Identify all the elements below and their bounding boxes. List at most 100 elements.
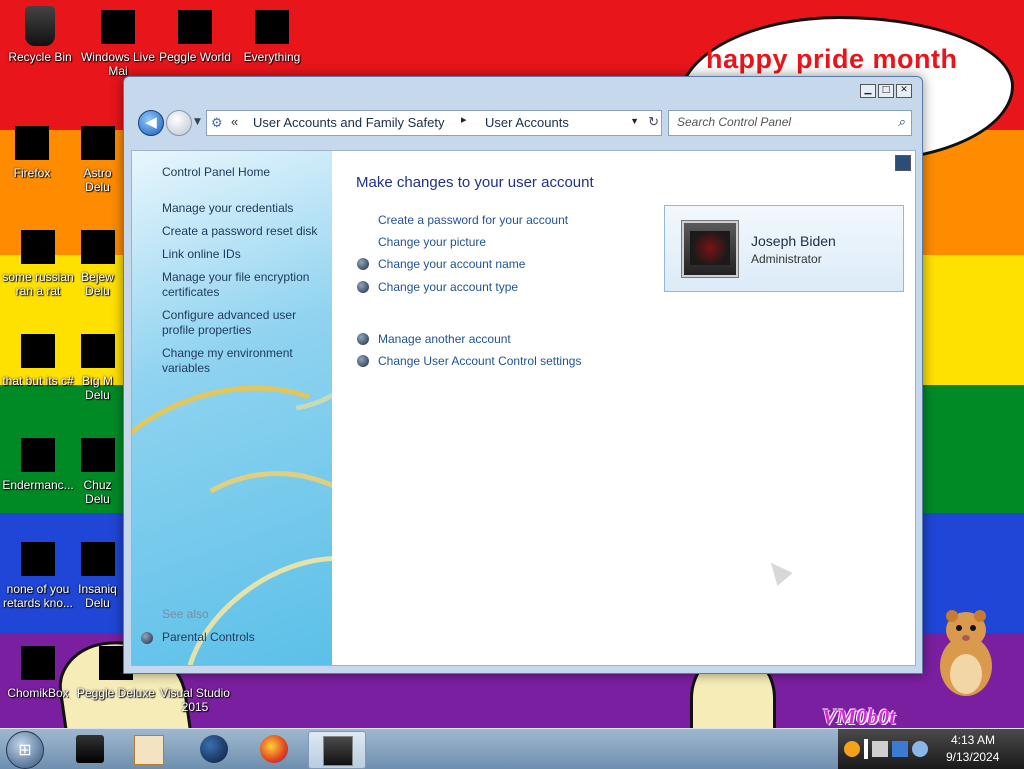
firefox-icon	[15, 126, 49, 160]
manage-credentials-link[interactable]: Manage your credentials	[162, 201, 327, 216]
desktop-icon-label: Peggle World	[159, 50, 231, 64]
peggle-world-icon	[178, 10, 212, 44]
astro-deluxe-icon	[80, 126, 115, 160]
refresh-icon[interactable]: ↻	[648, 114, 659, 130]
window-controls: ▁ □ ✕	[860, 84, 912, 98]
help-icon[interactable]	[895, 155, 911, 171]
search-input[interactable]: Search Control Panel ⌕	[668, 110, 912, 136]
chuzzle-icon	[80, 438, 115, 472]
desktop-icon-recycle-bin[interactable]: Recycle Bin	[0, 6, 80, 64]
everything-tray-icon[interactable]	[844, 741, 860, 757]
clock-time[interactable]: 4:13 AM	[951, 733, 995, 747]
desktop-icon-russian-rat[interactable]: some russian ran a rat	[0, 230, 78, 298]
desktop-icon-label: Astro Delu	[83, 166, 112, 194]
control-panel-home-link[interactable]: Control Panel Home	[162, 165, 327, 180]
windows-live-mail-icon	[101, 10, 135, 44]
breadcrumb-user-accounts-family-safety[interactable]: User Accounts and Family Safety	[253, 115, 444, 130]
address-bar[interactable]: ⚙ « User Accounts and Family Safety ▸ Us…	[206, 110, 662, 136]
maximize-button[interactable]: □	[878, 84, 894, 98]
speech-bubble-text: happy pride month	[706, 44, 958, 74]
search-placeholder: Search Control Panel	[677, 115, 792, 129]
taskbar-app-media-player[interactable]	[120, 731, 176, 767]
close-button[interactable]: ✕	[896, 84, 912, 98]
everything-search-icon	[255, 10, 289, 44]
application-icon	[21, 438, 55, 472]
change-account-type-link[interactable]: Change your account type	[378, 280, 518, 294]
recent-pages-dropdown[interactable]: ▼	[194, 117, 201, 127]
desktop-icon-insaniquarium-deluxe[interactable]: Insaniq Delu	[70, 542, 125, 610]
user-avatar	[682, 221, 738, 277]
desktop-icon-big-money-deluxe[interactable]: Big M Delu	[70, 334, 125, 402]
desktop-icon-label: Windows Live Mai	[80, 50, 156, 78]
file-encryption-certificates-link[interactable]: Manage your file encryption certificates	[162, 270, 327, 300]
desktop-icon-chomikbox[interactable]: ChomikBox	[0, 646, 78, 700]
hamster-image	[940, 610, 992, 696]
minimize-button[interactable]: ▁	[860, 84, 876, 98]
desktop-icon-label: some russian ran a rat	[2, 270, 74, 298]
desktop-icon-label: Big M Delu	[82, 374, 113, 402]
parental-controls-icon	[141, 632, 153, 644]
manage-another-account-link[interactable]: Manage another account	[378, 332, 511, 346]
desktop-icon-astro-deluxe[interactable]: Astro Delu	[70, 126, 125, 194]
volume-icon[interactable]	[912, 741, 928, 757]
taskbar-app-firefox[interactable]	[246, 731, 302, 767]
tray-divider	[864, 739, 868, 759]
desktop-icon-bejeweled-deluxe[interactable]: Bejew Delu	[70, 230, 125, 298]
create-password-link[interactable]: Create a password for your account	[378, 213, 568, 227]
account-role: Administrator	[751, 252, 822, 266]
action-center-icon[interactable]	[872, 741, 888, 757]
folder-icon	[21, 334, 55, 368]
user-accounts-window: ▁ □ ✕ ◀ ▼ ⚙ « User Accounts and Family S…	[123, 76, 923, 674]
desktop-icon-firefox[interactable]: Firefox	[0, 126, 72, 180]
main-content: Make changes to your user account Create…	[333, 151, 915, 665]
desktop-icon-label: ChomikBox	[7, 686, 69, 700]
desktop-icon-label: Insaniq Delu	[78, 582, 117, 610]
clock-date[interactable]: 9/13/2024	[946, 750, 999, 764]
desktop-icon-label: Chuz Delu	[83, 478, 112, 506]
desktop-icon-windows-live-mail[interactable]: Windows Live Mai	[78, 10, 158, 78]
navigation-bar: ◀ ▼ ⚙ « User Accounts and Family Safety …	[136, 107, 912, 137]
uac-settings-link[interactable]: Change User Account Control settings	[378, 354, 581, 368]
uac-shield-icon	[357, 258, 369, 270]
big-money-icon	[80, 334, 115, 368]
parental-controls-link[interactable]: Parental Controls	[162, 630, 255, 644]
search-icon[interactable]: ⌕	[898, 114, 905, 130]
video-file-icon	[21, 230, 55, 264]
desktop-icon-peggle-world[interactable]: Peggle World	[155, 10, 235, 64]
control-panel-window-icon	[323, 736, 353, 766]
desktop-icon-none-of-you[interactable]: none of you retards kno...	[0, 542, 78, 610]
password-reset-disk-link[interactable]: Create a password reset disk	[162, 224, 327, 239]
breadcrumb-overflow[interactable]: «	[231, 114, 238, 129]
breadcrumb-separator-icon[interactable]: ▸	[461, 113, 467, 126]
advanced-profile-properties-link[interactable]: Configure advanced user profile properti…	[162, 308, 327, 338]
desktop-icon-endermanch[interactable]: Endermanc...	[0, 438, 78, 492]
start-button[interactable]: ⊞	[6, 731, 44, 769]
taskbar-app-browser[interactable]	[186, 731, 242, 767]
taskbar: ⊞	[0, 728, 1024, 769]
recycle-bin-icon	[25, 6, 55, 46]
forward-button[interactable]	[166, 110, 192, 136]
environment-variables-link[interactable]: Change my environment variables	[162, 346, 327, 376]
desktop-icon-label: Bejew Delu	[81, 270, 114, 298]
desktop-icon-label: Visual Studio 2015	[160, 686, 230, 714]
page-title: Make changes to your user account	[356, 174, 594, 191]
change-picture-link[interactable]: Change your picture	[378, 235, 486, 249]
address-dropdown-icon[interactable]: ▼	[630, 116, 639, 126]
desktop-icon-label: Everything	[243, 50, 301, 64]
desktop-icon-label: that but its c#	[2, 374, 74, 388]
desktop-icon-chuzzle-deluxe[interactable]: Chuz Delu	[70, 438, 125, 506]
back-arrow-icon: ◀	[145, 113, 157, 131]
change-account-name-link[interactable]: Change your account name	[378, 257, 525, 271]
firefox-icon	[260, 735, 288, 763]
desktop-icon-everything[interactable]: Everything	[232, 10, 312, 64]
uac-shield-icon	[357, 355, 369, 367]
taskbar-app-control-panel[interactable]	[308, 731, 366, 769]
desktop-icon-label: Recycle Bin	[8, 50, 72, 64]
globe-icon	[200, 735, 228, 763]
breadcrumb-user-accounts[interactable]: User Accounts	[485, 115, 569, 130]
desktop-icon-that-but-csharp[interactable]: that but its c#	[0, 334, 78, 388]
back-button[interactable]: ◀	[138, 110, 164, 136]
network-icon[interactable]	[892, 741, 908, 757]
taskbar-app-explorer[interactable]	[62, 731, 118, 767]
link-online-ids-link[interactable]: Link online IDs	[162, 247, 327, 262]
